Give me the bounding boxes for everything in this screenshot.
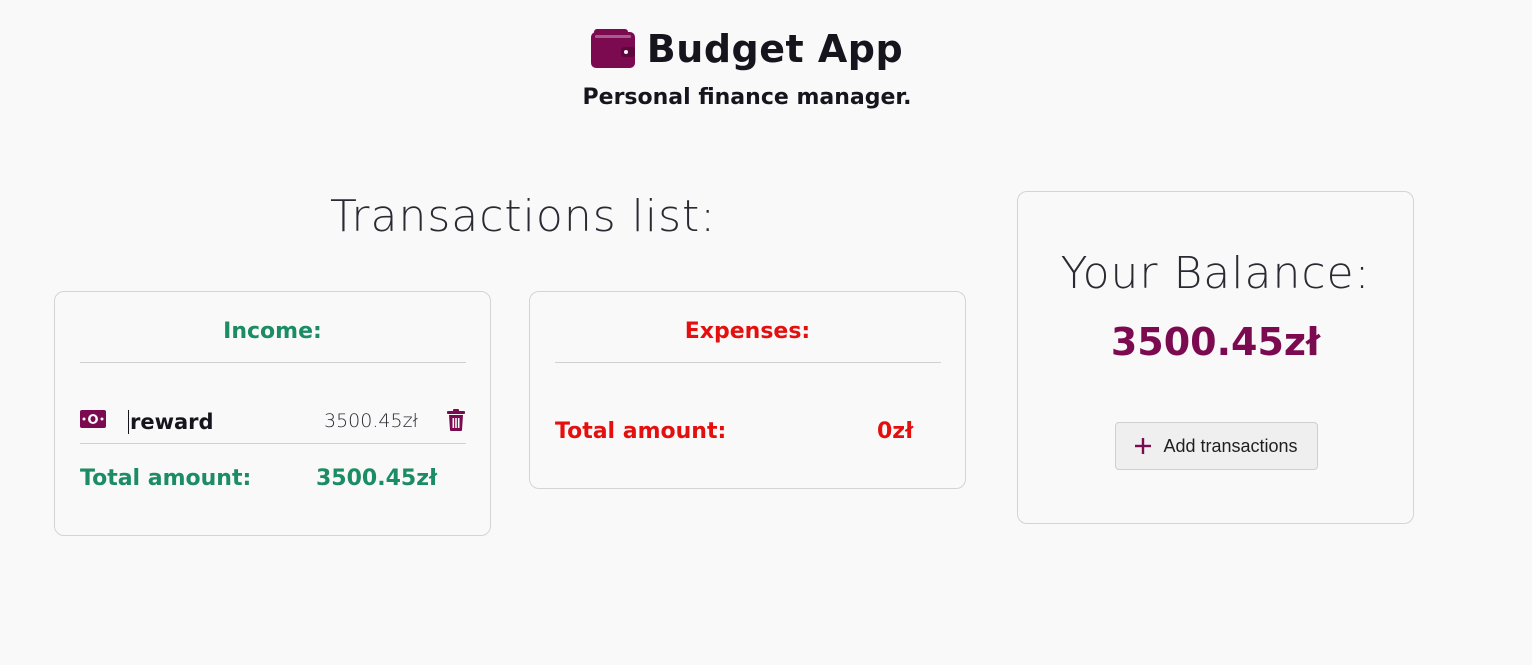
income-total-value: 3500.45zł: [316, 466, 438, 491]
expenses-card: Expenses: Total amount: 0zł: [529, 291, 966, 489]
money-bill-icon: [80, 410, 106, 428]
transaction-amount: 3500.45zł: [324, 410, 418, 432]
balance-heading: Your Balance:: [1060, 248, 1371, 299]
balance-card: Your Balance: 3500.45zł Add transactions: [1017, 191, 1414, 524]
expenses-divider: [555, 362, 941, 363]
trash-icon[interactable]: [446, 409, 466, 431]
add-transactions-button[interactable]: Add transactions: [1115, 422, 1318, 470]
app-subtitle: Personal finance manager.: [582, 85, 912, 110]
income-divider: [80, 362, 466, 363]
expenses-total-value: 0zł: [877, 419, 914, 444]
transaction-row: reward 3500.45zł: [80, 400, 466, 444]
income-card: Income: reward 3500.45zł Total amount: 3…: [54, 291, 491, 536]
income-total-label: Total amount:: [80, 466, 252, 491]
expenses-total-label: Total amount:: [555, 419, 727, 444]
app-title: Budget App: [646, 27, 904, 71]
add-transactions-label: Add transactions: [1163, 435, 1298, 456]
income-title: Income:: [223, 319, 322, 344]
expenses-title: Expenses:: [684, 319, 811, 344]
plus-icon: [1135, 438, 1152, 454]
transactions-list-heading: Transactions list:: [330, 191, 717, 242]
app-header: Budget App: [0, 27, 1494, 71]
wallet-icon: [590, 29, 635, 68]
balance-value: 3500.45zł: [1110, 320, 1321, 364]
transaction-name: reward: [128, 410, 214, 434]
